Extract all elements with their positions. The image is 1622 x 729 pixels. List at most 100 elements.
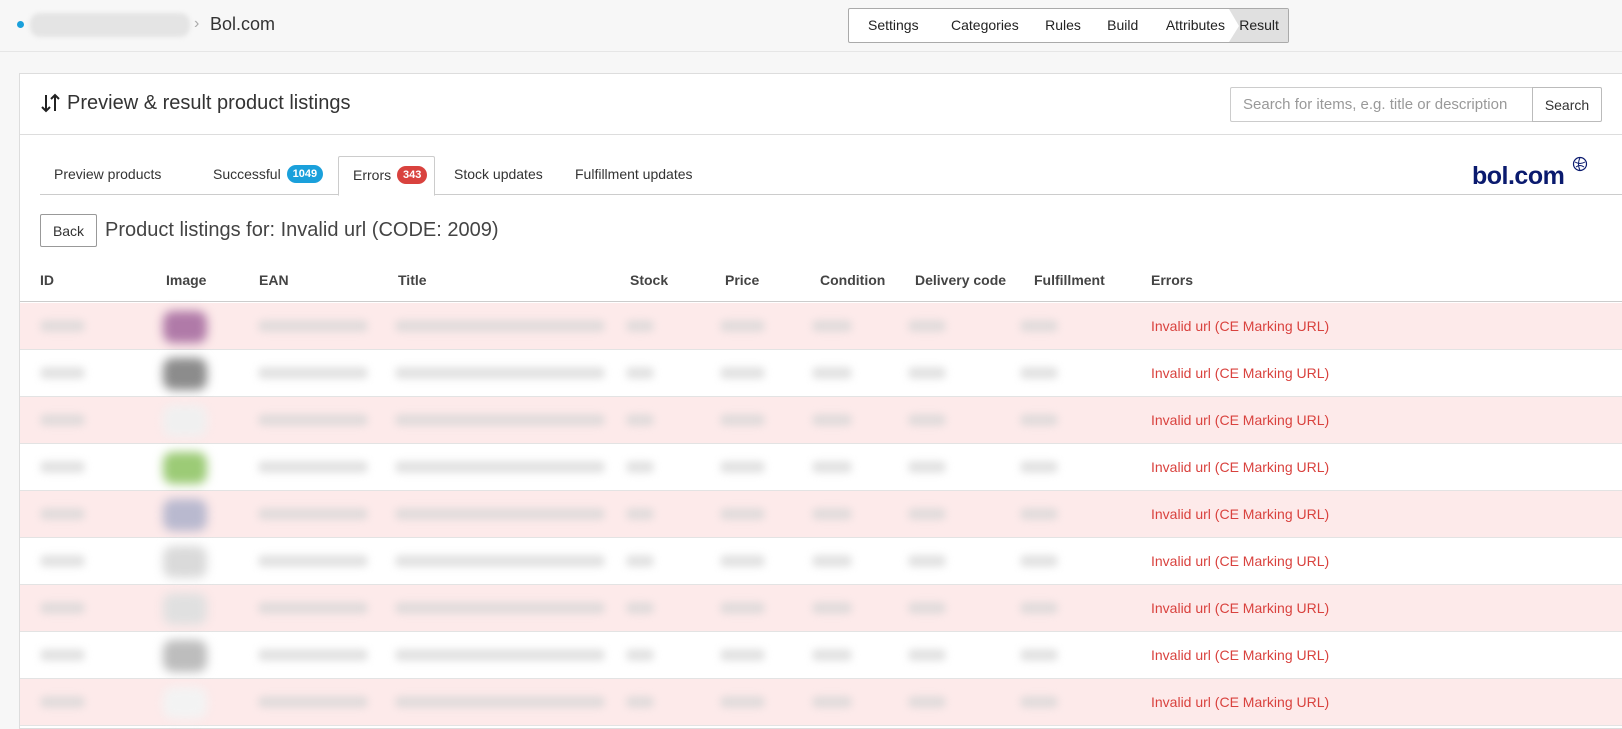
column-header-delivery-code[interactable]: Delivery code (915, 272, 1006, 288)
product-thumbnail[interactable] (163, 358, 207, 390)
column-header-fulfillment[interactable]: Fulfillment (1034, 272, 1105, 288)
panel-title: Preview & result product listings (67, 92, 351, 114)
redacted-ean (258, 414, 368, 426)
tab-stock-updates[interactable]: Stock updates (454, 156, 543, 195)
redacted-delivery-code (908, 649, 946, 661)
redacted-delivery-code (908, 696, 946, 708)
redacted-title (395, 555, 605, 567)
tab-successful[interactable]: Successful 1049 (213, 156, 324, 195)
redacted-price (720, 602, 765, 614)
tab-label: Successful (213, 166, 281, 182)
column-header-title[interactable]: Title (398, 272, 427, 288)
breadcrumb-current: Bol.com (210, 14, 276, 34)
redacted-id (40, 602, 85, 614)
product-thumbnail[interactable] (163, 405, 207, 437)
redacted-ean (258, 602, 368, 614)
redacted-fulfillment (1020, 696, 1058, 708)
step-attributes[interactable]: Attributes (1152, 9, 1240, 42)
redacted-condition (812, 649, 852, 661)
redacted-stock (626, 555, 654, 567)
list-heading: Product listings for: Invalid url (CODE:… (105, 219, 499, 241)
step-result[interactable]: Result (1229, 9, 1288, 42)
error-message: Invalid url (CE Marking URL) (1151, 318, 1330, 334)
redacted-condition (812, 602, 852, 614)
redacted-title (395, 461, 605, 473)
search-input[interactable] (1230, 87, 1532, 122)
column-header-condition[interactable]: Condition (820, 272, 885, 288)
table-row[interactable]: Invalid url (CE Marking URL) (20, 444, 1622, 491)
column-header-image[interactable]: Image (166, 272, 206, 288)
redacted-price (720, 414, 765, 426)
step-build[interactable]: Build (1094, 9, 1152, 42)
error-message: Invalid url (CE Marking URL) (1151, 412, 1330, 428)
redacted-fulfillment (1020, 320, 1058, 332)
redacted-price (720, 555, 765, 567)
redacted-id (40, 367, 85, 379)
product-thumbnail[interactable] (163, 311, 207, 343)
error-message: Invalid url (CE Marking URL) (1151, 600, 1330, 616)
redacted-condition (812, 320, 852, 332)
column-header-errors[interactable]: Errors (1151, 272, 1193, 288)
product-thumbnail[interactable] (163, 687, 207, 719)
redacted-price (720, 649, 765, 661)
errors-count-badge: 343 (397, 166, 428, 185)
redacted-ean (258, 696, 368, 708)
error-message: Invalid url (CE Marking URL) (1151, 365, 1330, 381)
redacted-ean (258, 649, 368, 661)
redacted-title (395, 508, 605, 520)
error-message: Invalid url (CE Marking URL) (1151, 694, 1330, 710)
error-message: Invalid url (CE Marking URL) (1151, 506, 1330, 522)
redacted-id (40, 555, 85, 567)
product-thumbnail[interactable] (163, 640, 207, 672)
bol-logo: bol.com (1472, 154, 1592, 194)
step-rules[interactable]: Rules (1032, 9, 1094, 42)
table-row[interactable]: Invalid url (CE Marking URL) (20, 491, 1622, 538)
product-thumbnail[interactable] (163, 546, 207, 578)
error-message: Invalid url (CE Marking URL) (1151, 553, 1330, 569)
step-categories[interactable]: Categories (938, 9, 1033, 42)
redacted-stock (626, 461, 654, 473)
column-header-price[interactable]: Price (725, 272, 759, 288)
redacted-fulfillment (1020, 508, 1058, 520)
column-header-stock[interactable]: Stock (630, 272, 668, 288)
product-thumbnail[interactable] (163, 499, 207, 531)
redacted-id (40, 320, 85, 332)
tab-preview-products[interactable]: Preview products (54, 156, 161, 195)
redacted-id (40, 696, 85, 708)
redacted-id (40, 508, 85, 520)
column-header-ean[interactable]: EAN (259, 272, 289, 288)
redacted-delivery-code (908, 414, 946, 426)
redacted-price (720, 461, 765, 473)
table-row[interactable]: Invalid url (CE Marking URL) (20, 397, 1622, 444)
redacted-condition (812, 461, 852, 473)
product-thumbnail[interactable] (163, 593, 207, 625)
back-button[interactable]: Back (40, 214, 97, 247)
search-button[interactable]: Search (1532, 87, 1602, 122)
table-row[interactable]: Invalid url (CE Marking URL) (20, 679, 1622, 726)
redacted-stock (626, 508, 654, 520)
redacted-stock (626, 367, 654, 379)
error-message: Invalid url (CE Marking URL) (1151, 647, 1330, 663)
redacted-stock (626, 602, 654, 614)
table-row[interactable]: Invalid url (CE Marking URL) (20, 632, 1622, 679)
redacted-title (395, 649, 605, 661)
step-settings[interactable]: Settings (849, 9, 938, 42)
redacted-condition (812, 508, 852, 520)
redacted-id (40, 649, 85, 661)
table-row[interactable]: Invalid url (CE Marking URL) (20, 303, 1622, 350)
column-header-id[interactable]: ID (40, 272, 54, 288)
table-row[interactable]: Invalid url (CE Marking URL) (20, 585, 1622, 632)
redacted-id (40, 414, 85, 426)
table-row[interactable]: Invalid url (CE Marking URL) (20, 350, 1622, 397)
redacted-delivery-code (908, 367, 946, 379)
redacted-title (395, 367, 605, 379)
panel-header: Preview & result product listings Search (20, 74, 1622, 135)
redacted-fulfillment (1020, 555, 1058, 567)
table-row[interactable]: Invalid url (CE Marking URL) (20, 538, 1622, 585)
tab-fulfillment-updates[interactable]: Fulfillment updates (575, 156, 693, 195)
tab-label: Fulfillment updates (575, 166, 693, 182)
tab-errors[interactable]: Errors 343 (338, 156, 435, 196)
globe-icon (1572, 156, 1588, 172)
breadcrumb-parent-redacted[interactable] (30, 13, 190, 37)
product-thumbnail[interactable] (163, 452, 207, 484)
